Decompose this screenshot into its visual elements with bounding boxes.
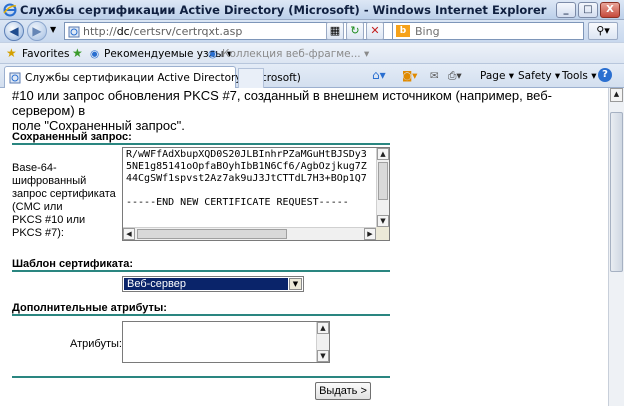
saved-request-label: Base-64-шифрованный запрос сертификата (…	[12, 162, 122, 240]
template-selected-value: Веб-сервер	[124, 278, 288, 290]
new-tab-button[interactable]	[238, 68, 264, 88]
textarea-vscroll-thumb[interactable]	[378, 162, 388, 200]
favorites-bar: ★ Favorites ★ ◉ Рекомендуемые узлы ▾ ◉ К…	[0, 42, 624, 64]
scroll-corner	[376, 227, 389, 240]
safety-menu[interactable]: Safety ▾	[518, 70, 560, 82]
tools-menu[interactable]: Tools ▾	[562, 70, 596, 82]
title-bar: Службы сертификации Active Directory (Mi…	[0, 0, 624, 20]
window-title: Службы сертификации Active Directory (Mi…	[20, 3, 547, 17]
attributes-heading: Дополнительные атрибуты:	[12, 302, 167, 314]
submit-button[interactable]: Выдать >	[315, 382, 371, 400]
ie-logo-icon	[3, 3, 17, 17]
scroll-up-arrow-icon[interactable]: ▲	[377, 148, 389, 160]
favorites-button[interactable]: Favorites	[22, 48, 69, 60]
bing-logo-icon: b	[396, 25, 410, 37]
forward-arrow-icon: ▶	[32, 24, 42, 38]
web-slice-gallery-link[interactable]: Коллекция веб-фрагме... ▾	[222, 48, 369, 60]
favorites-star-icon[interactable]: ★	[6, 46, 17, 60]
label-line: Base-64-шифрованный	[12, 162, 87, 187]
submit-rule	[12, 376, 390, 378]
tab-page-icon	[9, 72, 21, 84]
attributes-label: Атрибуты:	[70, 338, 122, 350]
print-icon[interactable]: ⎙▾	[448, 70, 462, 83]
help-icon[interactable]: ?	[598, 68, 612, 82]
scroll-up-arrow-icon[interactable]: ▲	[317, 322, 329, 334]
search-placeholder: Bing	[415, 25, 440, 38]
label-line: запрос сертификата	[12, 188, 116, 200]
intro-text: #10 или запрос обновления PKCS #7, созда…	[12, 88, 602, 133]
web-slice-page-icon: ◉	[208, 48, 218, 60]
home-icon[interactable]: ⌂▾	[372, 68, 386, 82]
textarea-hscroll-thumb[interactable]	[137, 229, 287, 239]
history-dropdown-icon[interactable]: ▼	[50, 25, 56, 34]
page-content: #10 или запрос обновления PKCS #7, созда…	[0, 88, 608, 406]
textarea-vscrollbar[interactable]: ▲ ▼	[376, 148, 389, 227]
stop-icon: ✕	[370, 24, 380, 37]
page-scroll-up-icon[interactable]: ▲	[610, 88, 623, 102]
minimize-button[interactable]: _	[556, 2, 576, 18]
close-button[interactable]: X	[600, 2, 620, 18]
compat-icon: ▦	[329, 24, 341, 37]
forward-button[interactable]: ▶	[27, 21, 47, 41]
mail-icon[interactable]: ✉	[430, 70, 439, 82]
maximize-button[interactable]: □	[578, 2, 598, 18]
intro-line-1: #10 или запрос обновления PKCS #7, созда…	[12, 88, 552, 118]
saved-request-text: R/wWFfAdXbupXQD0S20JLBInhrPZaMGuHtBJSDy3…	[126, 149, 367, 208]
ie-page-icon: ◉	[90, 48, 100, 60]
page-icon	[68, 26, 80, 38]
page-scroll-thumb[interactable]	[610, 112, 623, 272]
textarea-hscrollbar[interactable]: ◀ ▶	[123, 227, 376, 240]
compat-view-button[interactable]: ▦	[326, 22, 344, 40]
tab-active[interactable]: Службы сертификации Active Directory (Mi…	[4, 66, 301, 88]
search-button[interactable]: ⚲▾	[588, 22, 618, 40]
template-rule	[12, 270, 390, 272]
saved-request-heading: Сохраненный запрос:	[12, 131, 132, 143]
label-line: PKCS #7):	[12, 227, 64, 239]
template-heading: Шаблон сертификата:	[12, 258, 134, 270]
back-arrow-icon: ◀	[9, 24, 19, 38]
scroll-left-arrow-icon[interactable]: ◀	[123, 228, 135, 240]
label-line: (CMC или	[12, 201, 63, 213]
page-vscrollbar[interactable]: ▲	[608, 88, 624, 406]
address-url: http://dc/certsrv/certrqxt.asp	[83, 25, 243, 38]
tab-bar: Службы сертификации Active Directory (Mi…	[0, 64, 624, 88]
attributes-textarea[interactable]: ▲ ▼	[122, 321, 330, 363]
template-select[interactable]: Веб-сервер ▼	[122, 276, 304, 292]
ie-window: Службы сертификации Active Directory (Mi…	[0, 0, 624, 406]
label-line: PKCS #10 или	[12, 214, 86, 226]
attributes-rule	[12, 314, 390, 316]
scroll-down-arrow-icon[interactable]: ▼	[377, 215, 389, 227]
stop-button[interactable]: ✕	[366, 22, 384, 40]
saved-request-rule	[12, 143, 390, 145]
page-menu[interactable]: Page ▾	[480, 70, 514, 82]
back-button[interactable]: ◀	[4, 21, 24, 41]
add-favorite-icon[interactable]: ★	[72, 46, 83, 60]
refresh-button[interactable]: ↻	[346, 22, 364, 40]
scroll-right-arrow-icon[interactable]: ▶	[364, 228, 376, 240]
chevron-down-icon[interactable]: ▼	[289, 278, 302, 290]
address-row: ◀ ▶ ▼ http://dc/certsrv/certrqxt.asp ▦ ↻…	[0, 20, 624, 42]
magnifier-icon: ⚲▾	[596, 24, 610, 37]
refresh-icon: ↻	[350, 24, 360, 37]
search-box[interactable]: b Bing	[392, 22, 584, 40]
feeds-icon[interactable]: ◙▾	[402, 70, 417, 82]
scroll-down-arrow-icon[interactable]: ▼	[317, 350, 329, 362]
saved-request-textarea[interactable]: R/wWFfAdXbupXQD0S20JLBInhrPZaMGuHtBJSDy3…	[122, 147, 390, 241]
attributes-vscrollbar[interactable]: ▲ ▼	[316, 322, 329, 362]
